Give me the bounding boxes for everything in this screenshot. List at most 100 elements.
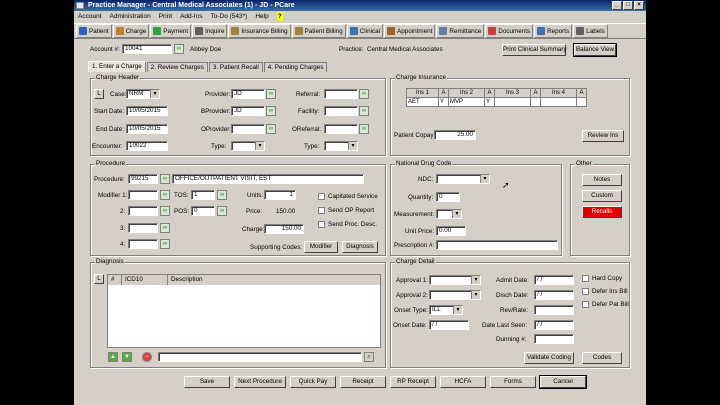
toolbar-insurance-billing-button[interactable]: Insurance Billing (228, 24, 291, 38)
end-date-field[interactable]: 10/05/2015 (126, 124, 168, 134)
menu-print[interactable]: Print (159, 13, 172, 20)
referral-field[interactable] (324, 89, 358, 99)
toolbar-remittance-button[interactable]: Remittance (436, 24, 485, 38)
menu-account[interactable]: Account (78, 13, 102, 20)
quantity-field[interactable]: 0 (436, 192, 460, 202)
pos-field[interactable]: 0 (191, 206, 215, 216)
modifier2-lookup-icon[interactable]: ∞ (160, 206, 170, 216)
review-ins-button[interactable]: Review Ins (582, 130, 624, 142)
procedure-lookup-icon[interactable]: ∞ (160, 174, 170, 184)
cancel-button[interactable]: Cancel (539, 375, 587, 389)
dunning-field[interactable] (534, 334, 574, 344)
start-date-field[interactable]: 10/05/2015 (126, 106, 168, 116)
save-button[interactable]: Save (184, 376, 230, 388)
diagnosis-l-button[interactable]: L (94, 274, 104, 284)
ndc-select[interactable] (436, 174, 490, 184)
toolbar-clinical-button[interactable]: Clinical (346, 24, 384, 38)
minimize-button[interactable]: _ (612, 1, 622, 10)
toolbar-labels-button[interactable]: Labels (573, 24, 608, 38)
referral-lookup-icon[interactable]: ∞ (359, 89, 369, 99)
oprovider-field[interactable] (231, 124, 265, 134)
next-procedure-button[interactable]: Next Procedure (234, 376, 286, 388)
ins2-cell[interactable]: MVP (448, 97, 485, 107)
menu-add-ins[interactable]: Add-Ins (180, 13, 202, 20)
approval1-select[interactable] (429, 275, 481, 285)
menu-help[interactable]: Help (255, 13, 268, 20)
procedure-code-field[interactable]: 99215 (128, 174, 158, 184)
toolbar-charge-button[interactable]: Charge (112, 24, 150, 38)
unit-price-field[interactable]: 0.00 (436, 226, 466, 236)
help-flag-icon[interactable]: ? (276, 12, 283, 21)
ins3-cell[interactable] (494, 97, 531, 107)
search-icon[interactable]: ⌕ (364, 352, 374, 362)
rev-rate-field[interactable] (534, 305, 574, 315)
bprovider-lookup-icon[interactable]: ∞ (266, 106, 276, 116)
oreferral-lookup-icon[interactable]: ∞ (359, 124, 369, 134)
diagnosis-button[interactable]: Diagnosis (342, 241, 378, 253)
pos-lookup-icon[interactable]: ∞ (217, 206, 227, 216)
modifier-button[interactable]: Modifier (304, 241, 338, 253)
type1-select[interactable] (231, 141, 265, 151)
bprovider-field[interactable]: JD (231, 106, 265, 116)
defer-pat-checkbox[interactable] (582, 301, 589, 308)
prescription-field[interactable] (436, 240, 558, 250)
ins4-cell[interactable] (540, 97, 577, 107)
menu-administration[interactable]: Administration (110, 13, 151, 20)
measurement-select[interactable] (436, 209, 462, 219)
toolbar-appointment-button[interactable]: Appointment (384, 24, 436, 38)
onset-type-select[interactable]: ILL (429, 305, 463, 315)
receipt-button[interactable]: Receipt (340, 376, 386, 388)
onset-date-field[interactable]: / / (429, 320, 469, 330)
toolbar-patient-billing-button[interactable]: Patient Billing (291, 24, 346, 38)
a4-cell[interactable] (576, 97, 587, 107)
diagnosis-search-field[interactable] (158, 352, 362, 362)
send-proc-checkbox[interactable] (318, 221, 325, 228)
move-down-icon[interactable]: ▼ (122, 352, 132, 362)
date-last-seen-field[interactable]: / / (534, 320, 574, 330)
oreferral-field[interactable] (324, 124, 358, 134)
facility-field[interactable] (324, 106, 358, 116)
type2-select[interactable] (324, 141, 358, 151)
account-number-field[interactable]: 10041 (122, 44, 172, 54)
codes-button[interactable]: Codes (582, 352, 622, 364)
admit-date-field[interactable]: / / (534, 275, 574, 285)
toolbar-documents-button[interactable]: Documents (485, 24, 534, 38)
oprovider-lookup-icon[interactable]: ∞ (266, 124, 276, 134)
tab-enter-charge[interactable]: 1. Enter a Charge (88, 61, 146, 72)
hcfa-button[interactable]: HCFA (440, 376, 486, 388)
a1-cell[interactable]: Y (438, 97, 449, 107)
custom-button[interactable]: Custom (582, 190, 622, 202)
modifier1-field[interactable] (128, 190, 158, 200)
diagnosis-list[interactable]: # ICD10 Description (107, 274, 381, 348)
tab-patient-recall[interactable]: 3. Patient Recall (208, 62, 263, 72)
provider-field[interactable]: JD (231, 89, 265, 99)
notes-button[interactable]: Notes (582, 174, 622, 186)
toolbar-payment-button[interactable]: Payment (150, 24, 192, 38)
print-clinical-summary-button[interactable]: Print Clinical Summary (502, 44, 567, 56)
quick-pay-button[interactable]: Quick Pay (290, 376, 336, 388)
forms-button[interactable]: Forms (490, 376, 536, 388)
toolbar-reports-button[interactable]: Reports (534, 24, 573, 38)
balance-view-button[interactable]: Balance View (573, 43, 617, 57)
provider-lookup-icon[interactable]: ∞ (266, 89, 276, 99)
facility-lookup-icon[interactable]: ∞ (359, 106, 369, 116)
move-up-icon[interactable]: ▲ (108, 352, 118, 362)
binoculars-icon[interactable]: ∞ (174, 44, 184, 54)
procedure-description-field[interactable]: OFFICE/OUTPATIENT VISIT, EST (172, 174, 364, 184)
tab-pending-charges[interactable]: 4. Pending Charges (263, 62, 328, 72)
a2-cell[interactable]: Y (484, 97, 495, 107)
modifier4-field[interactable] (128, 239, 158, 249)
maximize-button[interactable]: □ (623, 1, 633, 10)
modifier1-lookup-icon[interactable]: ∞ (160, 190, 170, 200)
disch-date-field[interactable]: / / (534, 290, 574, 300)
validate-coding-button[interactable]: Validate Coding (524, 352, 574, 364)
charge-amount-field[interactable]: 150.00 (264, 224, 304, 234)
approval2-select[interactable] (429, 290, 481, 300)
copay-field[interactable]: 25.00 (434, 130, 476, 140)
close-button[interactable]: × (634, 1, 644, 10)
hard-copy-checkbox[interactable] (582, 275, 589, 282)
a3-cell[interactable] (530, 97, 541, 107)
toolbar-patient-button[interactable]: Patient (76, 24, 112, 38)
send-op-checkbox[interactable] (318, 207, 325, 214)
tos-lookup-icon[interactable]: ∞ (217, 190, 227, 200)
